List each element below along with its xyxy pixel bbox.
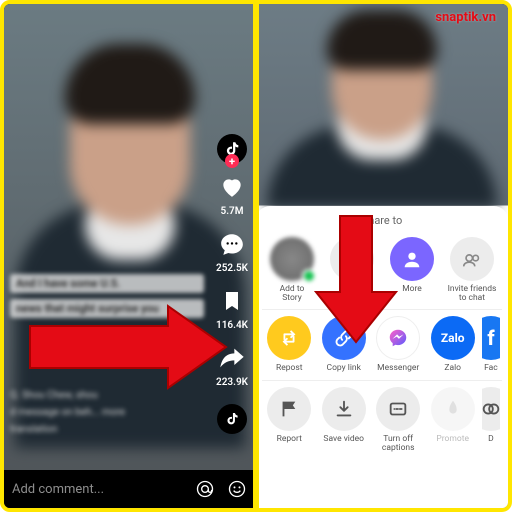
share-label: Add to Story — [280, 285, 305, 304]
share-label: Promote — [436, 435, 469, 444]
flag-icon — [267, 387, 311, 431]
like-count: 5.7M — [220, 206, 243, 217]
comment-input-bar: Add comment... — [4, 470, 256, 508]
caption-line: And I have some U.S. — [10, 274, 204, 293]
video-description[interactable]: d message on beh... more — [10, 407, 204, 418]
share-label: Fac — [484, 364, 498, 373]
share-item-savevideo[interactable]: Save video — [318, 387, 368, 454]
tutorial-image: snaptik.vn + 5.7M 252.5K — [0, 0, 512, 512]
download-icon — [322, 387, 366, 431]
follow-plus-icon[interactable]: + — [225, 154, 239, 168]
share-label: Repost — [276, 364, 303, 373]
avatar-icon — [270, 237, 314, 281]
profile-button[interactable]: + — [217, 134, 247, 164]
repost-icon — [267, 316, 311, 360]
share-label: D — [488, 435, 494, 444]
like-button[interactable] — [217, 172, 247, 202]
share-item-zalo[interactable]: Zalo Zalo — [427, 316, 477, 373]
share-label: Zalo — [444, 364, 461, 373]
share-label: Save video — [323, 435, 364, 444]
video-content-right — [256, 4, 508, 208]
share-item-duet[interactable]: D — [482, 387, 500, 454]
share-label: More — [402, 285, 422, 294]
share-item-invite[interactable]: Invite friends to chat — [444, 237, 500, 304]
creator-name: Q. Shou Chew, shou — [10, 390, 204, 401]
facebook-icon: f — [482, 316, 500, 360]
mention-icon[interactable] — [194, 478, 216, 500]
tutorial-arrow-share — [28, 304, 228, 390]
share-label: Invite friends to chat — [448, 285, 497, 304]
share-item-story[interactable]: Add to Story — [264, 237, 320, 304]
tiktok-feed-panel: + 5.7M 252.5K 116.4K 223.9K — [4, 4, 256, 508]
share-label: Turn off captions — [382, 435, 415, 454]
share-label: Copy link — [327, 364, 361, 373]
comment-button[interactable] — [217, 229, 247, 259]
share-item-promote[interactable]: Promote — [427, 387, 477, 454]
panel-divider — [253, 4, 259, 508]
chat-invite-icon — [450, 237, 494, 281]
share-row-actions: Report Save video Turn off captions Prom… — [262, 383, 502, 458]
share-label: Report — [277, 435, 302, 444]
promote-icon — [431, 387, 475, 431]
watermark: snaptik.vn — [435, 10, 496, 25]
sound-disc[interactable] — [217, 404, 247, 434]
tutorial-arrow-copylink — [314, 214, 398, 344]
translation-link[interactable]: translation — [10, 424, 204, 435]
share-item-captions[interactable]: Turn off captions — [373, 387, 423, 454]
captions-icon — [376, 387, 420, 431]
comment-count: 252.5K — [216, 263, 248, 274]
zalo-icon: Zalo — [431, 316, 475, 360]
share-item-report[interactable]: Report — [264, 387, 314, 454]
share-item-repost[interactable]: Repost — [264, 316, 314, 373]
share-label: Messenger — [377, 364, 419, 373]
duet-icon — [482, 387, 500, 431]
emoji-icon[interactable] — [226, 478, 248, 500]
comment-input[interactable]: Add comment... — [12, 482, 184, 497]
share-item-facebook[interactable]: f Fac — [482, 316, 500, 373]
